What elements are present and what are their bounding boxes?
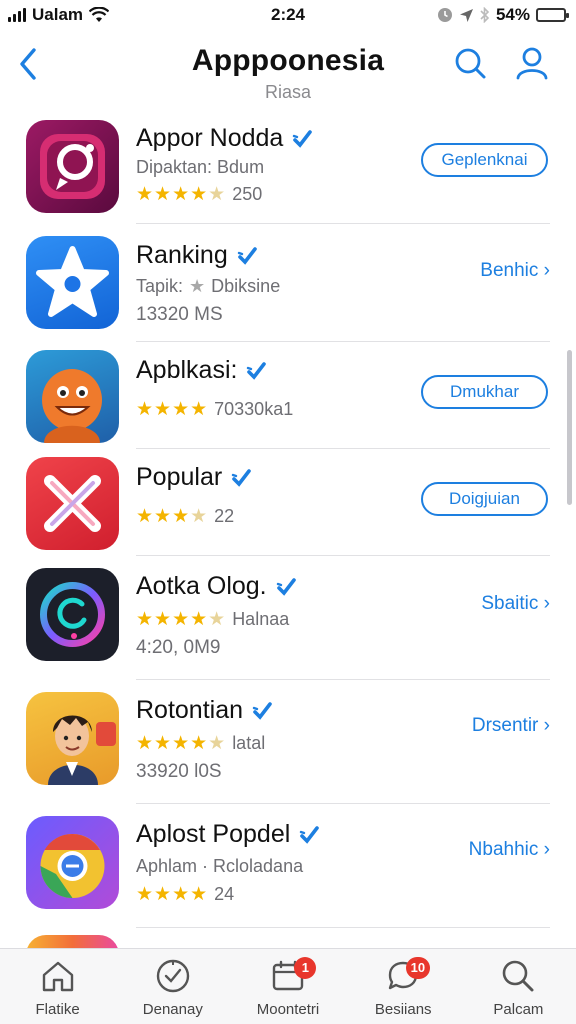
list-item[interactable]: Aotka Olog. ★★★★★ Halnaa 4:20, 0M9 Sbaiti… bbox=[0, 556, 576, 680]
tab-calendar[interactable]: 1 Moontetri bbox=[230, 949, 345, 1024]
star-rating: ★★★★ bbox=[136, 399, 209, 420]
tab-label: Palcam bbox=[493, 1001, 544, 1018]
app-size: 33920 l0S bbox=[136, 761, 222, 782]
verified-icon bbox=[231, 468, 251, 487]
tab-discover[interactable]: Denanay bbox=[115, 949, 230, 1024]
tab-search[interactable]: Palcam bbox=[461, 949, 576, 1024]
rating-label: Halnaa bbox=[232, 609, 290, 629]
verified-icon bbox=[237, 246, 257, 265]
rating-count: 22 bbox=[214, 506, 235, 526]
verified-icon bbox=[247, 361, 267, 380]
app-rating: ★★★★★ 250 bbox=[136, 183, 262, 206]
app-action-link[interactable]: Sbaitic › bbox=[481, 593, 550, 615]
app-action-link[interactable]: Nbahhic › bbox=[469, 839, 550, 861]
app-rating: ★★★★ 70330ka1 bbox=[136, 398, 293, 421]
compass-check-icon bbox=[156, 959, 189, 993]
orange-character-app-icon bbox=[26, 350, 119, 443]
star-rating: ★★★★ bbox=[136, 506, 209, 527]
rating-count: 24 bbox=[214, 884, 235, 904]
app-name: Aotka Olog. bbox=[136, 572, 297, 601]
scrollbar[interactable] bbox=[567, 350, 572, 505]
verified-icon bbox=[276, 577, 296, 596]
app-rating: ★★★★ 24 bbox=[136, 883, 234, 906]
app-rating: ★★★★★ latal bbox=[136, 732, 265, 755]
battery-icon bbox=[536, 8, 569, 22]
star-rating: ★★★★★ bbox=[136, 733, 227, 754]
star-rating: ★★★★ bbox=[136, 884, 209, 905]
app-subtitle: Dipaktan: Bdum bbox=[136, 157, 265, 177]
verified-icon bbox=[293, 129, 313, 148]
tab-label: Denanay bbox=[142, 1001, 203, 1018]
list-item[interactable]: Ranking Tapik: ★ Dbiksine 13320 MS Benhic … bbox=[0, 224, 576, 342]
page-title: Apppoonesia bbox=[191, 44, 385, 77]
cartoon-avatar-app-icon bbox=[26, 692, 119, 785]
star-rating: ★★★★★ bbox=[136, 609, 227, 630]
list-item[interactable]: Aplost Popdel Aphlam · Rcloladana ★★★★ 24… bbox=[0, 804, 576, 928]
home-icon bbox=[42, 961, 73, 992]
star-rating: ★★★★★ bbox=[136, 184, 227, 205]
app-action-button[interactable]: Dmukhar bbox=[421, 375, 548, 409]
app-name: Aplost Popdel bbox=[136, 820, 320, 849]
tab-bar: Flatike Denanay 1 Moontetri 10 Besiians … bbox=[0, 948, 576, 1024]
status-bar: Ualam 2:24 54% bbox=[0, 0, 576, 32]
star-app-icon bbox=[26, 236, 119, 329]
app-rating: ★★★★ 22 bbox=[136, 505, 234, 528]
app-subtitle: Tapik: ★ Dbiksine bbox=[136, 276, 281, 296]
app-size: 13320 MS bbox=[136, 304, 223, 325]
rating-count: 70330ka1 bbox=[214, 399, 294, 419]
verified-icon bbox=[252, 701, 272, 720]
app-name: Ranking bbox=[136, 241, 258, 270]
app-size: 4:20, 0M9 bbox=[136, 637, 221, 658]
neon-ring-app-icon bbox=[26, 568, 119, 661]
tab-messages[interactable]: 10 Besiians bbox=[346, 949, 461, 1024]
list-item[interactable] bbox=[0, 928, 576, 948]
bluetooth-icon bbox=[480, 7, 490, 23]
app-action-button[interactable]: Geplenknai bbox=[421, 143, 548, 177]
header: Apppoonesia Riasa bbox=[0, 32, 576, 112]
search-icon[interactable] bbox=[453, 46, 487, 80]
notification-badge: 1 bbox=[294, 957, 317, 979]
page-subtitle: Riasa bbox=[264, 82, 312, 102]
app-name: Rotontian bbox=[136, 696, 273, 725]
alarm-icon bbox=[437, 8, 452, 22]
app-icon bbox=[26, 935, 119, 948]
app-name: Apblkasi: bbox=[136, 356, 267, 385]
chrome-style-app-icon bbox=[26, 816, 119, 909]
app-name: Appor Nodda bbox=[136, 124, 313, 153]
app-subtitle: Aphlam · Rcloladana bbox=[136, 856, 304, 876]
tab-label: Moontetri bbox=[256, 1001, 320, 1018]
tab-label: Besiians bbox=[374, 1001, 432, 1018]
star-icon: ★ bbox=[189, 276, 206, 296]
rating-label: latal bbox=[232, 733, 266, 753]
x-app-icon bbox=[26, 457, 119, 550]
verified-icon bbox=[300, 825, 320, 844]
battery-percent: 54% bbox=[495, 5, 530, 24]
rating-count: 250 bbox=[232, 184, 263, 204]
app-action-button[interactable]: Doigjuian bbox=[421, 482, 548, 516]
list-item[interactable]: Popular ★★★★ 22 Doigjuian bbox=[0, 449, 576, 556]
notification-badge: 10 bbox=[405, 957, 431, 979]
app-action-link[interactable]: Benhic › bbox=[480, 260, 550, 282]
app-action-link[interactable]: Drsentir › bbox=[472, 715, 550, 737]
location-icon bbox=[459, 8, 473, 22]
app-rating: ★★★★★ Halnaa bbox=[136, 608, 289, 631]
list-item[interactable]: Rotontian ★★★★★ latal 33920 l0S Drsentir … bbox=[0, 680, 576, 804]
app-list[interactable]: Appor Nodda Dipaktan: Bdum ★★★★★ 250 Gepl… bbox=[0, 112, 576, 948]
status-right: 54% bbox=[437, 5, 569, 25]
app-name: Popular bbox=[136, 463, 252, 492]
profile-icon[interactable] bbox=[515, 46, 549, 80]
instagram-style-app-icon bbox=[26, 120, 119, 213]
tab-label: Flatike bbox=[35, 1001, 80, 1018]
list-item[interactable]: Apblkasi: ★★★★ 70330ka1 Dmukhar bbox=[0, 342, 576, 449]
tab-home[interactable]: Flatike bbox=[0, 949, 115, 1024]
list-item[interactable]: Appor Nodda Dipaktan: Bdum ★★★★★ 250 Gepl… bbox=[0, 112, 576, 224]
search-icon bbox=[503, 960, 534, 992]
